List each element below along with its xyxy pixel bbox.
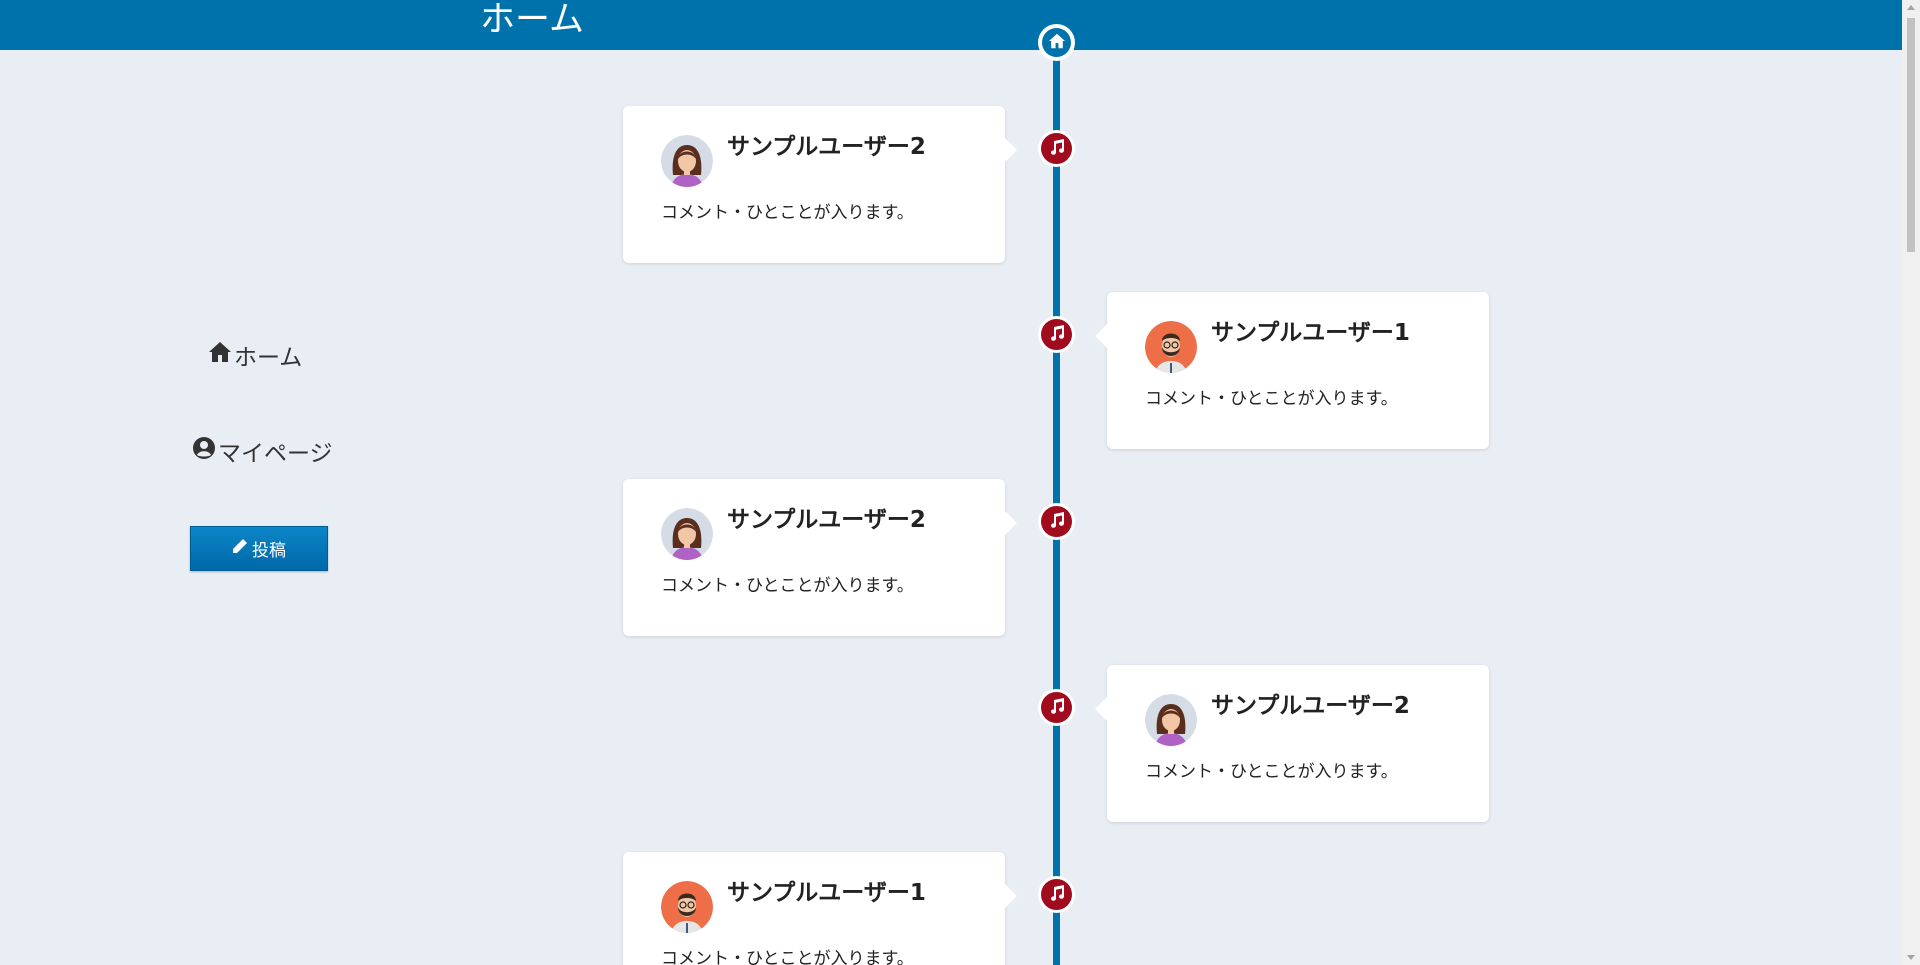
- timeline-music-node: [1038, 130, 1075, 167]
- sidebar-item-mypage[interactable]: マイページ: [192, 434, 333, 468]
- page-title: ホーム: [480, 0, 584, 40]
- post-card[interactable]: サンプルユーザー2 コメント・ひとことが入ります。: [623, 479, 1017, 636]
- post-user-name: サンプルユーザー1: [1211, 320, 1410, 346]
- timeline-home-node: [1038, 24, 1075, 61]
- pencil-icon: [232, 538, 252, 559]
- post-user-name: サンプルユーザー1: [727, 880, 926, 906]
- music-note-icon: [1048, 138, 1066, 160]
- post-user-name: サンプルユーザー2: [1211, 693, 1410, 719]
- post-button-label: 投稿: [252, 541, 286, 561]
- music-note-icon: [1048, 511, 1066, 533]
- home-icon: [208, 341, 234, 369]
- post-card[interactable]: サンプルユーザー2 コメント・ひとことが入ります。: [623, 106, 1017, 263]
- post-comment: コメント・ひとことが入ります。: [1145, 389, 1398, 409]
- male-avatar: [1145, 321, 1197, 373]
- post-user-name: サンプルユーザー2: [727, 134, 926, 160]
- header-bar: ホーム: [0, 0, 1902, 50]
- home-icon: [1048, 33, 1066, 53]
- post-card[interactable]: サンプルユーザー1 コメント・ひとことが入ります。: [623, 852, 1017, 965]
- page-scrollbar[interactable]: [1902, 0, 1920, 965]
- post-card[interactable]: サンプルユーザー1 コメント・ひとことが入ります。: [1095, 292, 1489, 449]
- timeline-music-node: [1038, 876, 1075, 913]
- sidebar-item-mypage-label: マイページ: [218, 441, 333, 467]
- scroll-down-icon[interactable]: [1907, 955, 1915, 960]
- post-comment: コメント・ひとことが入ります。: [661, 576, 914, 596]
- music-note-icon: [1048, 697, 1066, 719]
- female-avatar: [1145, 694, 1197, 746]
- male-avatar: [661, 881, 713, 933]
- music-note-icon: [1048, 884, 1066, 906]
- female-avatar: [661, 135, 713, 187]
- female-avatar: [661, 508, 713, 560]
- sidebar-item-home[interactable]: ホーム: [208, 338, 302, 372]
- post-user-name: サンプルユーザー2: [727, 507, 926, 533]
- post-card[interactable]: サンプルユーザー2 コメント・ひとことが入ります。: [1095, 665, 1489, 822]
- post-button[interactable]: 投稿: [190, 526, 328, 571]
- post-comment: コメント・ひとことが入ります。: [661, 949, 914, 965]
- sidebar-item-home-label: ホーム: [234, 345, 303, 371]
- timeline-music-node: [1038, 689, 1075, 726]
- scrollbar-thumb[interactable]: [1907, 18, 1915, 252]
- timeline-page: ホーム ホーム マイページ 投稿 サンプルユーザー2 コメント・ひとことが入りま…: [0, 0, 1920, 965]
- post-comment: コメント・ひとことが入ります。: [661, 203, 914, 223]
- post-comment: コメント・ひとことが入ります。: [1145, 762, 1398, 782]
- music-note-icon: [1048, 324, 1066, 346]
- scroll-up-icon[interactable]: [1907, 5, 1915, 10]
- timeline-music-node: [1038, 316, 1075, 353]
- user-circle-icon: [192, 436, 218, 466]
- timeline-music-node: [1038, 503, 1075, 540]
